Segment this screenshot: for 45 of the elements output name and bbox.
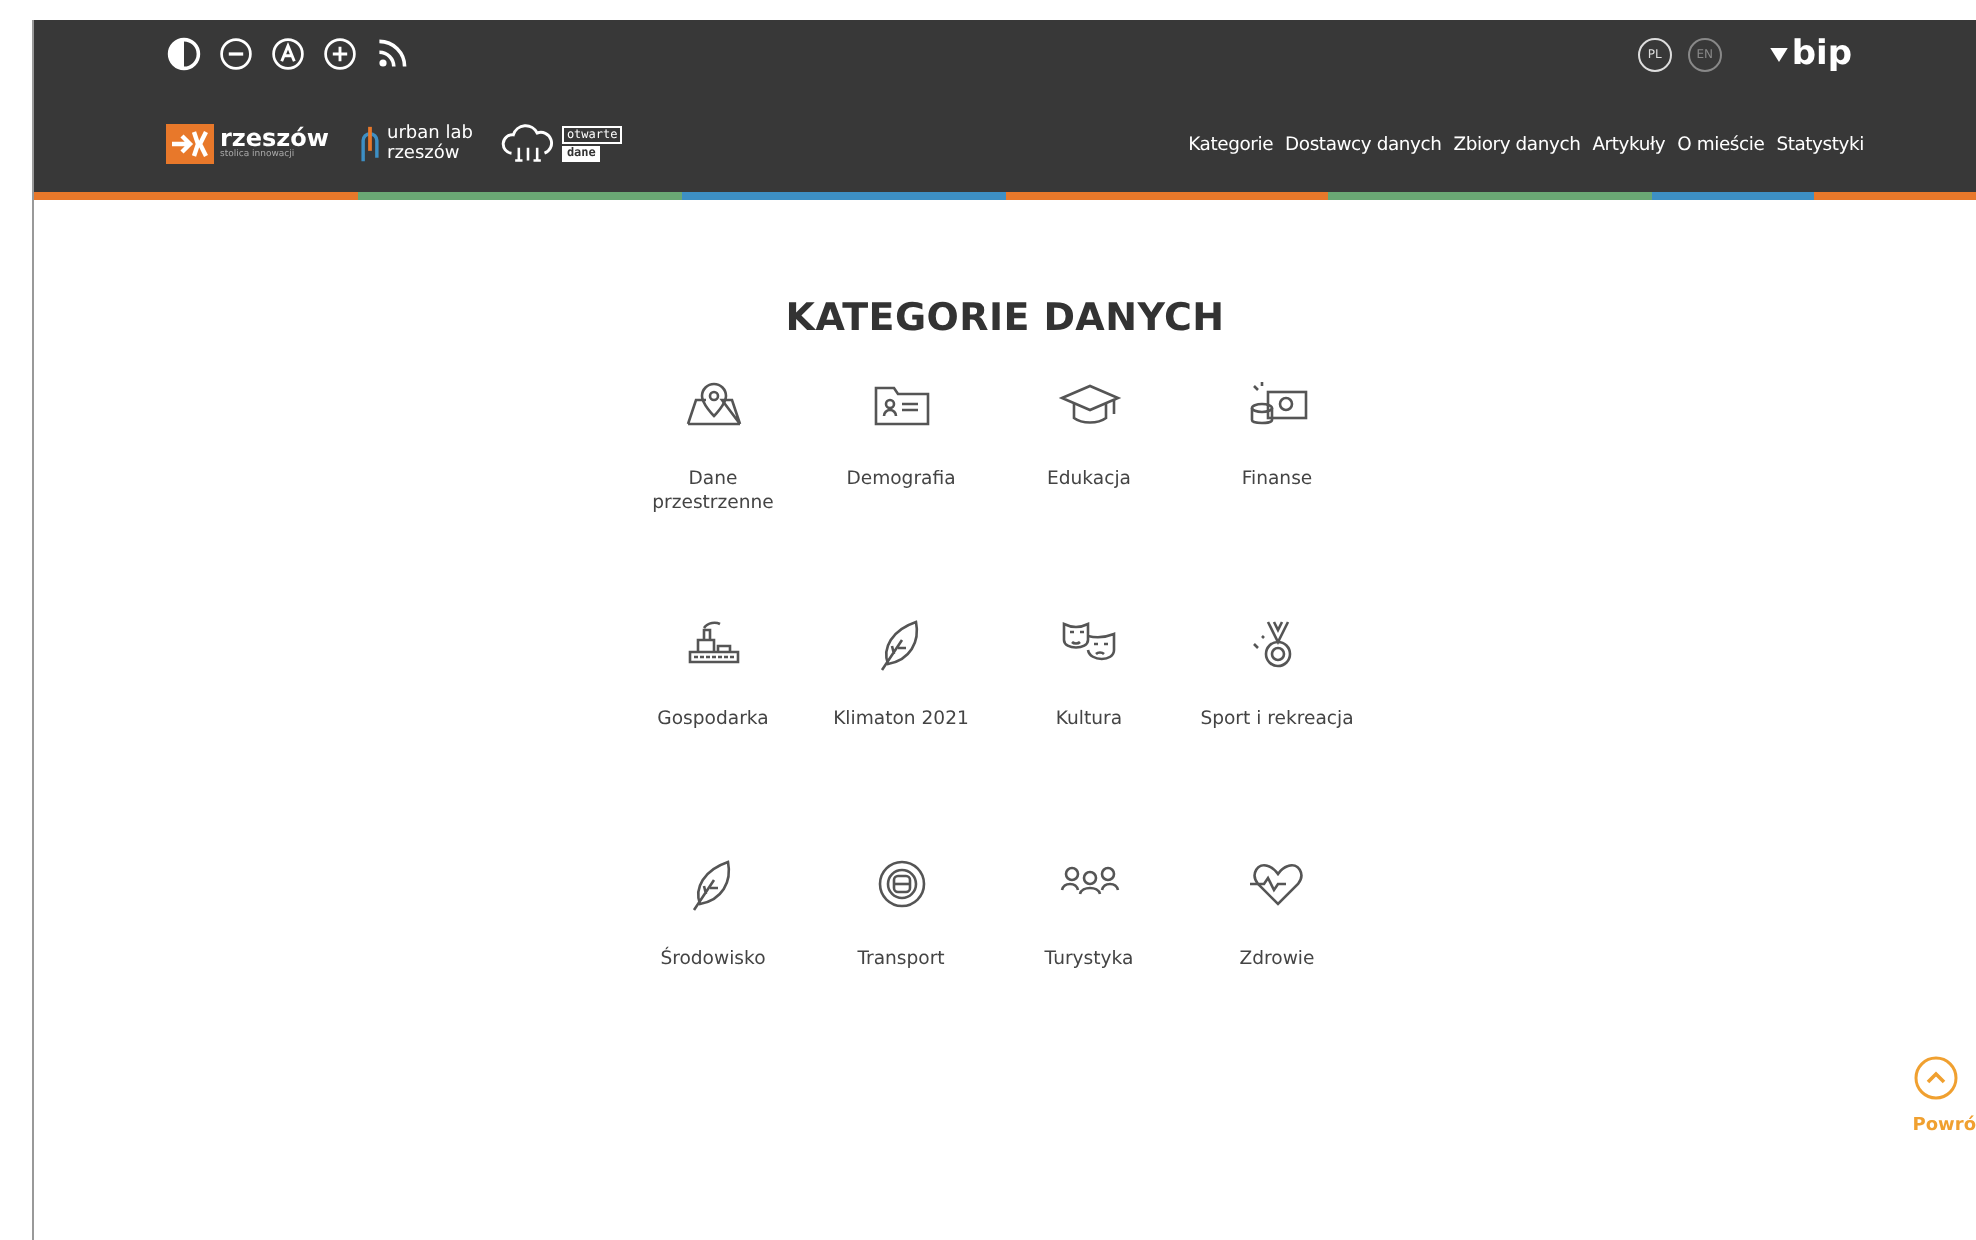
category-link[interactable]: Demografia: [807, 376, 995, 548]
category-link[interactable]: Gospodarka: [619, 616, 807, 788]
category-link[interactable]: Środowisko: [619, 856, 807, 1028]
category-link[interactable]: Sport i rekreacja: [1183, 616, 1371, 788]
page-title: KATEGORIE DANYCH: [785, 296, 1225, 340]
nav-link[interactable]: Artykuły: [1592, 133, 1666, 155]
category-label: Gospodarka: [657, 708, 769, 732]
category-label: Transport: [857, 948, 945, 972]
category-label: Zdrowie: [1239, 948, 1315, 972]
rss-icon[interactable]: [374, 36, 410, 72]
contrast-icon[interactable]: [166, 36, 202, 72]
chevron-up-icon: [1914, 1056, 1958, 1100]
category-link[interactable]: Kultura: [995, 616, 1183, 788]
flag-icon: [1769, 47, 1788, 61]
category-link[interactable]: Turystyka: [995, 856, 1183, 1028]
category-link[interactable]: Edukacja: [995, 376, 1183, 548]
nav-link[interactable]: Statystyki: [1776, 133, 1864, 155]
nav-link[interactable]: Zbiory danych: [1453, 133, 1581, 155]
category-link[interactable]: Klimaton 2021: [807, 616, 995, 788]
category-label: Turystyka: [1044, 948, 1134, 972]
city-logo-text: rzeszów: [220, 126, 329, 150]
category-label: Sport i rekreacja: [1200, 708, 1354, 732]
cloud-icon[interactable]: [500, 122, 557, 166]
category-label: Środowisko: [660, 948, 766, 972]
category-label: Finanse: [1241, 468, 1313, 492]
nav-link[interactable]: Dostawcy danych: [1285, 133, 1442, 155]
category-label: Edukacja: [1047, 468, 1131, 492]
logo-text: rzeszów: [387, 144, 462, 164]
bip-link[interactable]: bip: [1769, 36, 1852, 72]
category-label: Demografia: [846, 468, 956, 492]
zoom-in-icon[interactable]: [322, 36, 358, 72]
back-to-top-label: Powró: [1912, 1116, 1976, 1136]
nav-link[interactable]: O mieście: [1677, 133, 1765, 155]
zoom-out-icon[interactable]: [218, 36, 254, 72]
category-link[interactable]: Zdrowie: [1183, 856, 1371, 1028]
category-link[interactable]: Dane przestrzenne: [619, 376, 807, 548]
category-label: Kultura: [1055, 708, 1123, 732]
bip-logo-text: bip: [1791, 36, 1852, 72]
category-link[interactable]: Finanse: [1183, 376, 1371, 548]
category-link[interactable]: Transport: [807, 856, 995, 1028]
logo-text: urban lab: [387, 124, 473, 144]
category-label: Klimaton 2021: [833, 708, 969, 732]
category-label: Dane przestrzenne: [650, 468, 776, 516]
nav-link[interactable]: Kategorie: [1188, 133, 1274, 155]
font-icon[interactable]: [270, 36, 306, 72]
